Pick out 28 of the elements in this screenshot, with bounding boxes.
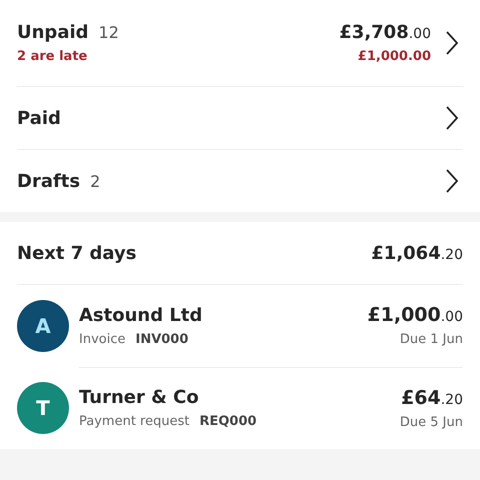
payer-name: Turner & Co xyxy=(79,387,200,408)
late-note: 2 are late xyxy=(17,49,88,64)
avatar-initial: A xyxy=(17,300,69,352)
item-amount: £1,000.00 xyxy=(367,304,463,326)
chevron-right-icon xyxy=(445,30,459,56)
section-title: Next 7 days xyxy=(17,242,138,264)
document-type: Payment request xyxy=(79,414,190,429)
late-amount: £1,000.00 xyxy=(358,49,431,64)
payer-name: Astound Ltd xyxy=(79,304,204,326)
row-count: 2 xyxy=(90,172,100,190)
summary-row[interactable]: Drafts 2 xyxy=(17,150,463,212)
summary-row[interactable]: Paid xyxy=(17,87,463,150)
document-type: Invoice xyxy=(79,332,126,346)
document-reference: INV000 xyxy=(135,332,188,346)
row-count: 12 xyxy=(98,23,119,42)
avatar-initial: T xyxy=(17,382,69,434)
row-amount: £3,708.00 xyxy=(339,22,431,43)
item-amount: £64.20 xyxy=(401,386,463,408)
row-label: Unpaid xyxy=(17,22,89,43)
due-date: Due 1 Jun xyxy=(400,332,463,347)
chevron-right-icon xyxy=(445,168,459,194)
section-total: £1,064.20 xyxy=(371,242,463,264)
row-label: Drafts xyxy=(17,170,80,192)
due-date: Due 5 Jun xyxy=(400,414,463,430)
summary-row[interactable]: Unpaid 12 2 are late £3,708.00 £1,000.00 xyxy=(17,0,463,87)
document-reference: REQ000 xyxy=(199,414,257,429)
chevron-right-icon xyxy=(445,105,459,131)
row-label: Paid xyxy=(17,108,61,128)
